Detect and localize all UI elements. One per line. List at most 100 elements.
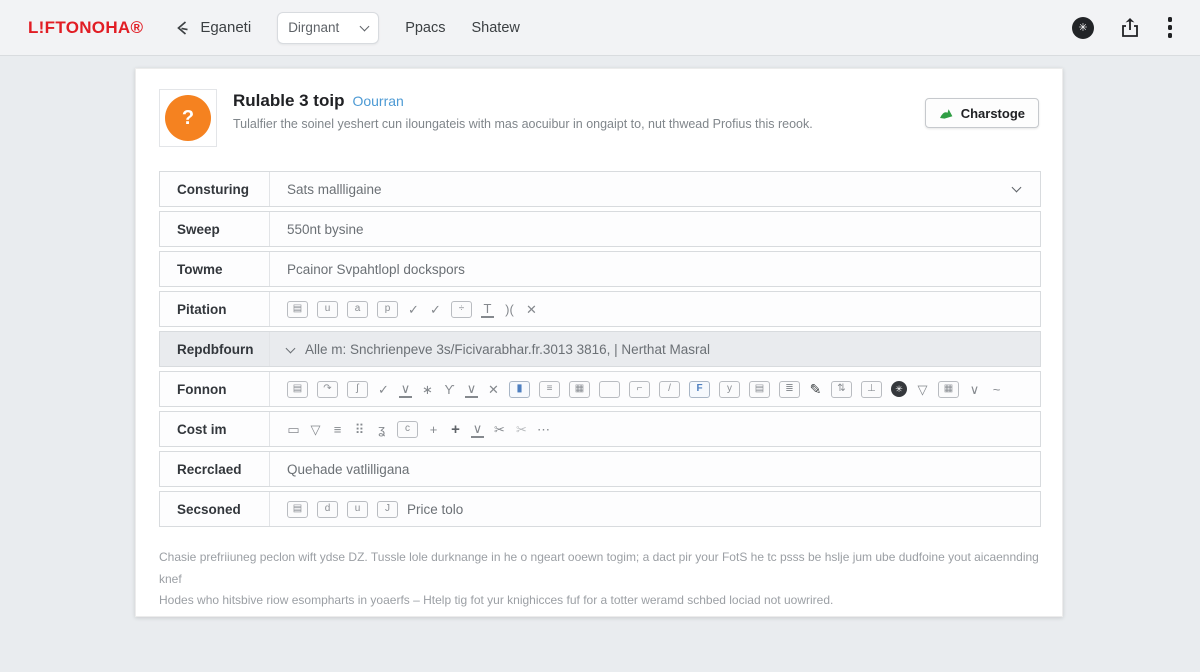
card-icon[interactable]: ▤ bbox=[287, 381, 308, 398]
table-row: ConsturingSats mallligaine bbox=[159, 171, 1041, 207]
charstoge-button[interactable]: Charstoge bbox=[925, 98, 1039, 128]
row-value: ▤ duJ Price tolo bbox=[270, 492, 1040, 526]
charstoge-button-label: Charstoge bbox=[961, 106, 1025, 121]
row-label: Consturing bbox=[160, 172, 270, 206]
row-text: Price tolo bbox=[407, 502, 463, 517]
chevron-down-icon[interactable] bbox=[286, 343, 296, 353]
key-icon[interactable]: ʃ bbox=[347, 381, 368, 398]
footer-line-1: Chasie prefriiuneg peclon wift ydse DZ. … bbox=[159, 547, 1039, 590]
align-icon[interactable]: ≡ bbox=[331, 420, 344, 438]
table-icon[interactable]: ▤ bbox=[749, 381, 770, 398]
u-badge-icon[interactable]: u bbox=[347, 501, 368, 518]
table-row: Sweep 550nt bysine bbox=[159, 211, 1041, 247]
corner-icon[interactable]: ⌐ bbox=[629, 381, 650, 398]
top-bar: L!FTONOHA® Eganeti Dirgnant Ppacs Shatew… bbox=[0, 0, 1200, 56]
row-value[interactable]: Alle m: Snchrienpeve 3s/Ficivarabhar.fr.… bbox=[270, 332, 1040, 366]
dropdown-value: Dirgnant bbox=[288, 20, 361, 35]
d-badge-icon[interactable]: d bbox=[317, 501, 338, 518]
row-value: Quehade vatlilligana bbox=[270, 452, 1040, 486]
check-under-icon[interactable]: ∨ bbox=[399, 380, 412, 398]
triangle-icon[interactable]: ▽ bbox=[309, 420, 322, 438]
antenna-icon[interactable]: ϒ bbox=[443, 380, 456, 398]
nav-item-shatew[interactable]: Shatew bbox=[472, 20, 520, 36]
table-row: Repdbfourn Alle m: Snchrienpeve 3s/Ficiva… bbox=[159, 331, 1041, 367]
row-text: 550nt bysine bbox=[287, 222, 364, 237]
funnel-icon[interactable]: ▽ bbox=[916, 380, 929, 398]
plus-bold-icon[interactable]: + bbox=[449, 420, 462, 438]
row-label: Sweep bbox=[160, 212, 270, 246]
footer-note: Chasie prefriiuneg peclon wift ydse DZ. … bbox=[159, 547, 1039, 612]
row-value: ▤ ↷ ʃ ✓ ∨ ∗ ϒ ∨ ✕ ▮ ≡ ▦ ⌐ / Fy ▤ ≣ ✎ ⇅ ⊥ ✳ ▽ ▦ ∨ ~ bbox=[270, 372, 1040, 406]
check-icon[interactable]: ✓ bbox=[429, 300, 442, 318]
row-text: Pcainor Svpahtlopl dockspors bbox=[287, 262, 465, 277]
close-icon[interactable]: ✕ bbox=[487, 380, 500, 398]
check-under-icon[interactable]: ∨ bbox=[471, 420, 484, 438]
asterisk-icon[interactable]: ∗ bbox=[421, 380, 434, 398]
row-value: 550nt bysine bbox=[270, 212, 1040, 246]
title-link[interactable]: Oourran bbox=[352, 93, 403, 109]
panel-blue-icon[interactable]: ▮ bbox=[509, 381, 530, 398]
row-label: Recrclaed bbox=[160, 452, 270, 486]
card-icon[interactable]: ▤ bbox=[287, 301, 308, 318]
text-height-icon[interactable]: T bbox=[481, 300, 494, 318]
more-icon[interactable]: ⋯ bbox=[537, 420, 550, 438]
kebab-menu-icon[interactable] bbox=[1166, 15, 1174, 40]
scissors-icon[interactable]: ✂ bbox=[515, 420, 528, 438]
c-box-icon[interactable]: c bbox=[397, 421, 418, 438]
table-row: Cost im▭▽≡⠿ʓc++∨✂✂⋯ bbox=[159, 411, 1041, 447]
slash-box-icon[interactable]: / bbox=[659, 381, 680, 398]
anchor-box-icon[interactable]: ⊥ bbox=[861, 381, 882, 398]
check-icon[interactable]: ✓ bbox=[407, 300, 420, 318]
logo: L!FTONOHA® bbox=[28, 18, 143, 38]
close-icon[interactable]: ✕ bbox=[525, 300, 538, 318]
lines-icon[interactable]: ≡ bbox=[539, 381, 560, 398]
swap-box-icon[interactable]: ⇅ bbox=[831, 381, 852, 398]
a-badge-icon[interactable]: a bbox=[347, 301, 368, 318]
globe-icon[interactable]: ✳ bbox=[1072, 17, 1094, 39]
check-under-icon[interactable]: ∨ bbox=[465, 380, 478, 398]
row-label: Towme bbox=[160, 252, 270, 286]
blank-box-icon[interactable] bbox=[599, 381, 620, 398]
p-badge-icon[interactable]: p bbox=[377, 301, 398, 318]
main-card: ? Rulable 3 toipOourran Tulalfier the so… bbox=[135, 68, 1063, 617]
row-label: Repdbfourn bbox=[160, 332, 270, 366]
back-label[interactable]: Eganeti bbox=[200, 19, 251, 36]
row-label: Pitation bbox=[160, 292, 270, 326]
f-blue-icon[interactable]: F bbox=[689, 381, 710, 398]
photo-icon[interactable]: ▦ bbox=[569, 381, 590, 398]
brush-icon[interactable]: ✎ bbox=[809, 380, 822, 398]
rect-icon[interactable]: ▭ bbox=[287, 420, 300, 438]
nav-item-ppacs[interactable]: Ppacs bbox=[405, 20, 445, 36]
row-value: ▤ uap ✓ ✓ ÷ T )( ✕ bbox=[270, 292, 1040, 326]
row-text: Alle m: Snchrienpeve 3s/Ficivarabhar.fr.… bbox=[305, 342, 710, 357]
header-dropdown[interactable]: Dirgnant bbox=[277, 12, 379, 44]
chevron-down-icon[interactable]: ∨ bbox=[968, 380, 981, 398]
chevron-down-icon[interactable] bbox=[1012, 183, 1022, 193]
dash-icon[interactable]: ~ bbox=[990, 380, 1003, 398]
u-badge-icon[interactable]: u bbox=[317, 301, 338, 318]
plus-icon[interactable]: + bbox=[427, 420, 440, 438]
row-label: Fonnon bbox=[160, 372, 270, 406]
signature-icon[interactable]: ʓ bbox=[375, 420, 388, 438]
table-row: Recrclaed Quehade vatlilligana bbox=[159, 451, 1041, 487]
grid-box-icon[interactable]: ▦ bbox=[938, 381, 959, 398]
card-icon[interactable]: ▤ bbox=[287, 501, 308, 518]
redo-icon[interactable]: ↷ bbox=[317, 381, 338, 398]
y-box-icon[interactable]: y bbox=[719, 381, 740, 398]
chevron-down-icon bbox=[360, 21, 370, 31]
j-bracket-icon[interactable]: J bbox=[377, 501, 398, 518]
check-icon[interactable]: ✓ bbox=[377, 380, 390, 398]
share-icon[interactable] bbox=[1120, 17, 1140, 39]
rows-icon[interactable]: ≣ bbox=[779, 381, 800, 398]
table-row: Fonnon ▤ ↷ ʃ ✓ ∨ ∗ ϒ ∨ ✕ ▮ ≡ ▦ ⌐ / Fy ▤ ≣ ✎ ⇅ ⊥ ✳ ▽ ▦ ∨ ~ bbox=[159, 371, 1041, 407]
footer-line-2: Hodes who hitsbive riow esompharts in yo… bbox=[159, 590, 1039, 612]
question-badge-icon: ? bbox=[165, 95, 211, 141]
mirror-icon[interactable]: )( bbox=[503, 300, 516, 318]
table-row: Pitation ▤ uap ✓ ✓ ÷ T )( ✕ bbox=[159, 291, 1041, 327]
back-icon[interactable] bbox=[175, 20, 192, 36]
scissors-icon[interactable]: ✂ bbox=[493, 420, 506, 438]
divide-box-icon[interactable]: ÷ bbox=[451, 301, 472, 318]
row-text: Quehade vatlilligana bbox=[287, 462, 409, 477]
dots-grid-icon[interactable]: ⠿ bbox=[353, 420, 366, 438]
help-circle-icon[interactable]: ✳ bbox=[891, 381, 907, 397]
